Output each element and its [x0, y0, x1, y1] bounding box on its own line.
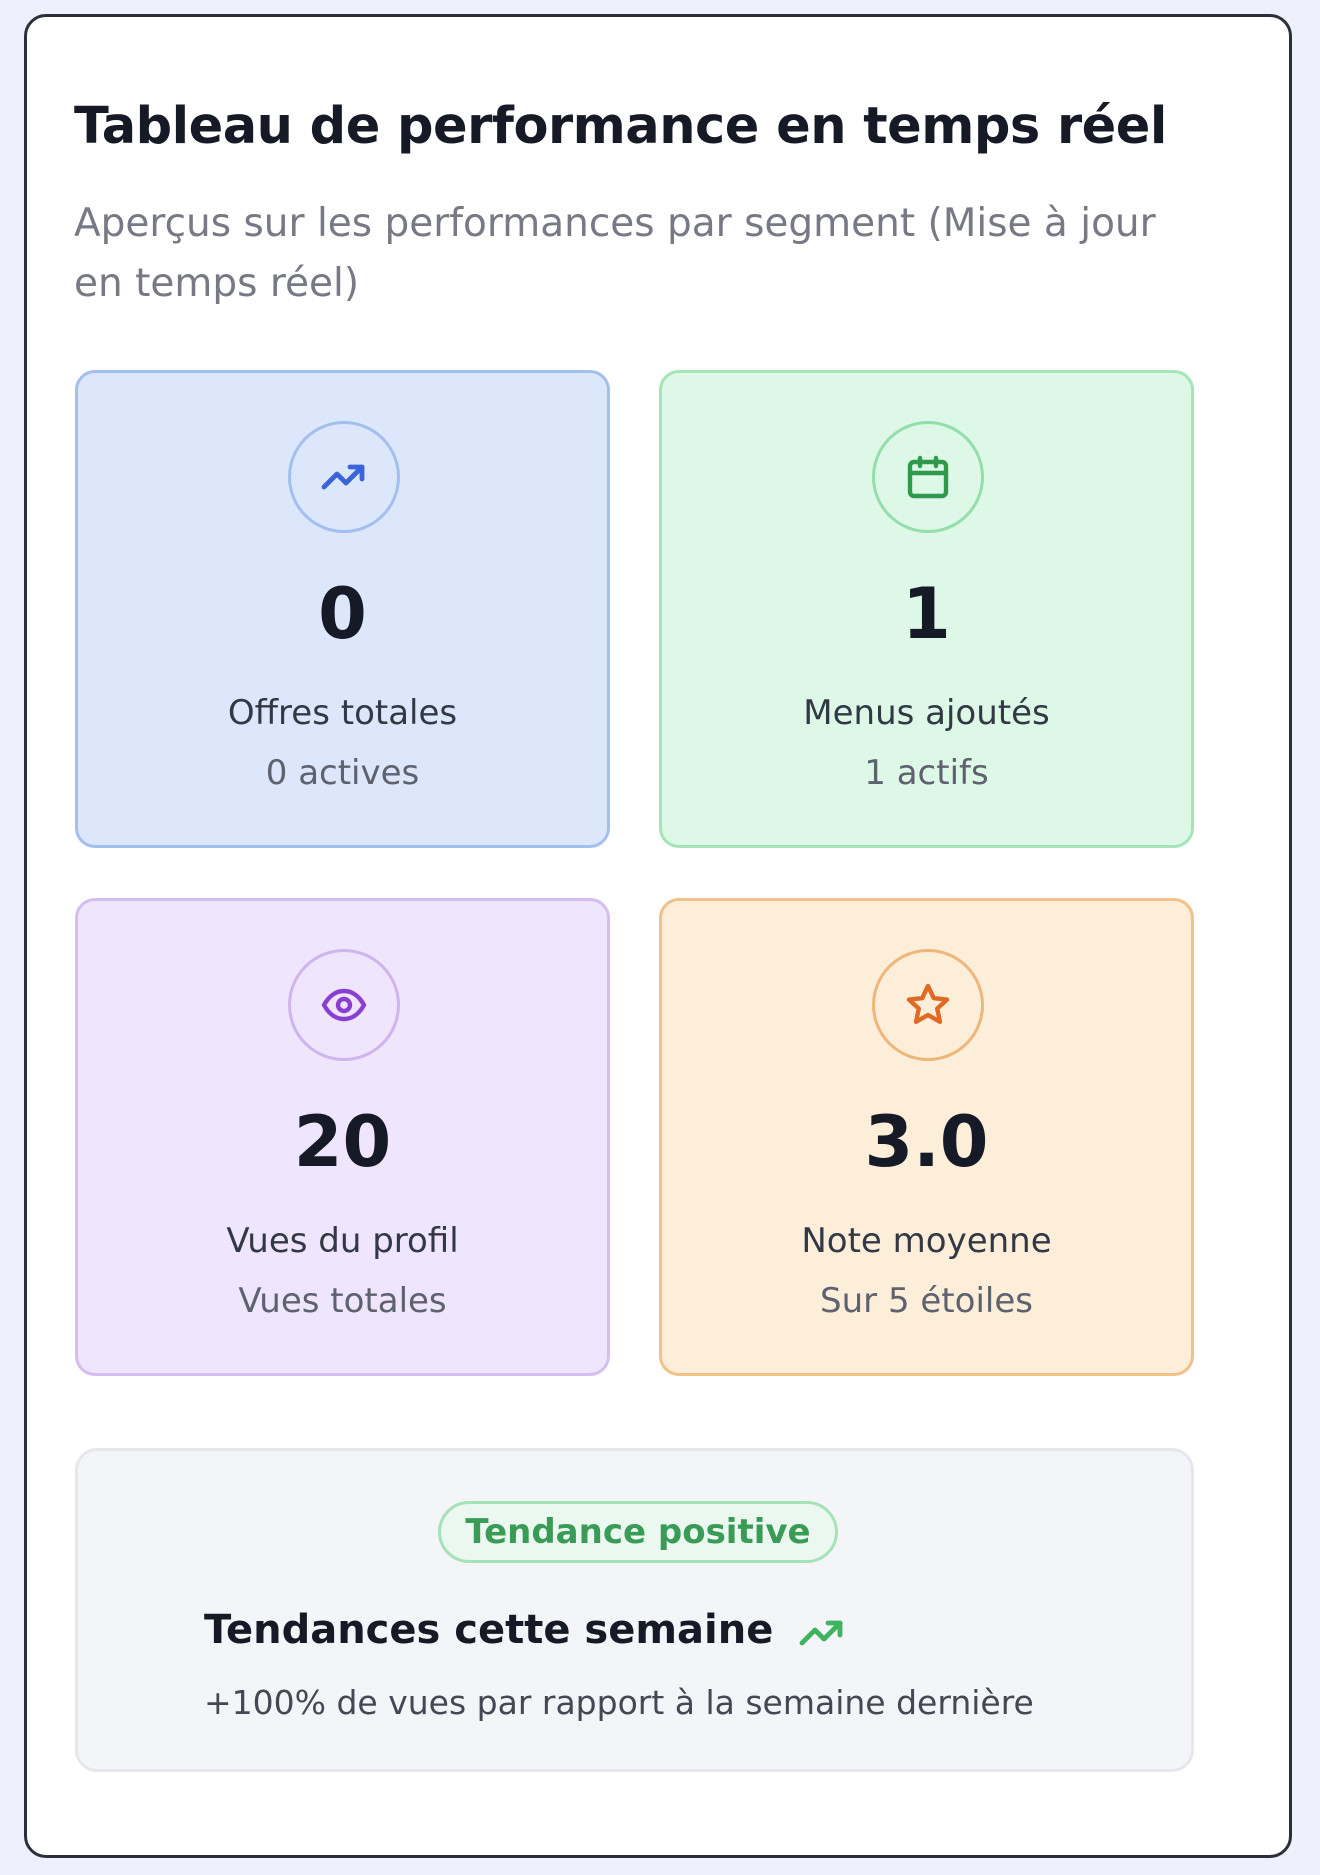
stat-card-profile-views: 20 Vues du profil Vues totales: [75, 898, 610, 1376]
trend-title: Tendances cette semaine: [204, 1607, 774, 1653]
stat-subtext: 0 actives: [265, 753, 420, 793]
stat-value: 1: [902, 573, 951, 655]
stat-value: 0: [318, 573, 367, 655]
stat-card-menus: 1 Menus ajoutés 1 actifs: [659, 370, 1194, 848]
stat-subtext: Vues totales: [238, 1281, 447, 1321]
eye-icon: [288, 949, 400, 1061]
trend-panel: Tendance positive Tendances cette semain…: [75, 1448, 1194, 1772]
calendar-icon: [872, 421, 984, 533]
stat-card-rating: 3.0 Note moyenne Sur 5 étoiles: [659, 898, 1194, 1376]
trending-up-icon: [288, 421, 400, 533]
trending-up-icon: [799, 1620, 843, 1646]
star-icon: [872, 949, 984, 1061]
stat-label: Menus ajoutés: [803, 693, 1050, 733]
stat-label: Offres totales: [227, 693, 458, 733]
page-title: Tableau de performance en temps réel: [74, 97, 1167, 156]
stat-value: 20: [293, 1101, 392, 1183]
trend-badge: Tendance positive: [438, 1501, 838, 1563]
stat-label: Vues du profil: [226, 1221, 459, 1261]
stat-value: 3.0: [864, 1101, 989, 1183]
page-subtitle: Aperçus sur les performances par segment…: [74, 201, 1156, 306]
stat-label: Note moyenne: [801, 1221, 1052, 1261]
stat-card-offers: 0 Offres totales 0 actives: [75, 370, 610, 848]
stat-subtext: 1 actifs: [864, 753, 989, 793]
stat-subtext: Sur 5 étoiles: [820, 1281, 1033, 1321]
trend-description: +100% de vues par rapport à la semaine d…: [204, 1683, 1034, 1722]
